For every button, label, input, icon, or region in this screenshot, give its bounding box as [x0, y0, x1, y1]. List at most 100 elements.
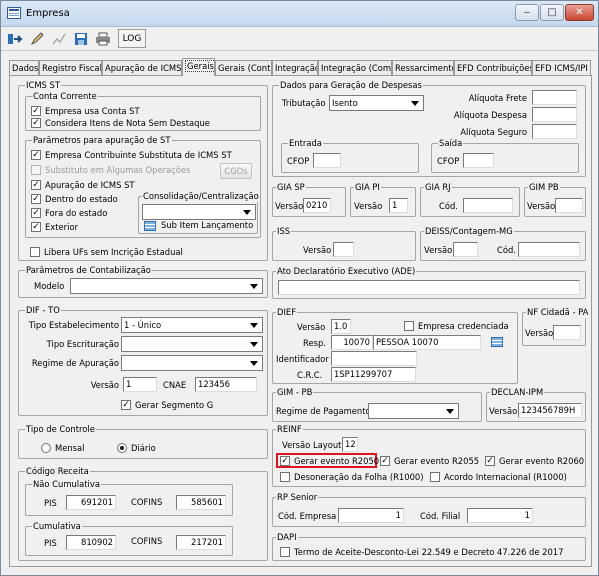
r2060-checkbox[interactable]: ✓	[485, 456, 495, 466]
contabilizacao-group: Parâmetros de Contabilização Modelo	[18, 265, 268, 298]
dief-versao-input[interactable]: 1.0	[331, 319, 351, 334]
maximize-button[interactable]: □	[540, 4, 564, 21]
tab-integracao-com[interactable]: Integração (Com.)	[318, 60, 392, 76]
termo-aceite-checkbox[interactable]	[280, 547, 290, 557]
tipo-controle-title: Tipo de Controle	[25, 424, 96, 435]
declan-title: DECLAN-IPM	[490, 387, 545, 398]
versao-layout-input[interactable]: 12	[342, 437, 358, 452]
deiss-cod-input[interactable]	[518, 242, 580, 257]
identificador-input[interactable]	[331, 351, 417, 366]
apuracao-icms-st-checkbox[interactable]: ✓	[31, 180, 41, 190]
chart-icon[interactable]	[48, 29, 69, 48]
tab-ressarcimento[interactable]: Ressarcimento	[392, 60, 454, 76]
iss-title: ISS	[276, 226, 292, 237]
nf-cidada-versao-input[interactable]	[553, 325, 581, 340]
c-pis-input[interactable]: 810902	[66, 535, 116, 550]
aliquota-despesa-input[interactable]	[532, 107, 577, 122]
considera-itens-checkbox[interactable]: ✓	[31, 118, 41, 128]
crc-input[interactable]: 1SP11299707	[331, 367, 416, 382]
modelo-select[interactable]	[70, 278, 263, 294]
desoneracao-label: Desoneração da Folha (R1000)	[294, 472, 424, 482]
tributacao-select[interactable]: Isento	[329, 95, 424, 111]
gim-pb-title: GIM - PB	[276, 387, 314, 398]
aliquota-frete-input[interactable]	[532, 90, 577, 105]
print-icon[interactable]	[92, 29, 113, 48]
tab-gerais[interactable]: Gerais	[182, 58, 215, 76]
nao-cumulativa-title: Não Cumulativa	[32, 479, 101, 490]
saida-group: Saída CFOP	[431, 138, 579, 173]
r2050-checkbox[interactable]: ✓	[280, 456, 290, 466]
tipo-escrituracao-select[interactable]	[121, 336, 263, 352]
close-button[interactable]: ✕	[565, 4, 594, 21]
gia-sp-versao-input[interactable]: 0210	[303, 198, 331, 213]
reinf-group: REINF Versão Layout 12 ✓ Gerar evento R2…	[272, 424, 586, 487]
empresa-substituta-checkbox[interactable]: ✓	[31, 150, 41, 160]
c-cofins-input[interactable]: 217201	[176, 535, 226, 550]
resp-code-input[interactable]: 10070	[331, 335, 373, 350]
minimize-button[interactable]: ‒	[515, 4, 539, 21]
dapi-title: DAPI	[276, 532, 298, 543]
cod-empresa-input[interactable]: 1	[338, 508, 404, 523]
cumulativa-title: Cumulativa	[32, 521, 82, 532]
log-button[interactable]: LOG	[118, 29, 146, 48]
consolidacao-select[interactable]	[142, 204, 256, 220]
c-pis-label: PIS	[44, 538, 57, 548]
dif-versao-input[interactable]: 1	[123, 377, 157, 392]
saida-title: Saída	[438, 138, 464, 149]
nc-pis-input[interactable]: 691201	[66, 495, 116, 510]
ade-input[interactable]	[278, 280, 580, 295]
gim-pb-top-versao-input[interactable]	[555, 198, 583, 213]
regime-apuracao-select[interactable]	[121, 355, 263, 371]
acordo-internacional-checkbox[interactable]	[430, 472, 440, 482]
diario-label: Diário	[131, 443, 156, 453]
declan-versao-input[interactable]: 123456789H	[518, 403, 582, 418]
nao-cumulativa-group: Não Cumulativa PIS 691201 COFINS 585601	[25, 479, 233, 516]
gerar-segmento-g-checkbox[interactable]: ✓	[121, 400, 131, 410]
diario-radio[interactable]	[117, 443, 127, 453]
tab-apuracao-icms[interactable]: Apuração de ICMS	[102, 60, 182, 76]
exterior-checkbox[interactable]: ✓	[31, 222, 41, 232]
gia-rj-cod-input[interactable]	[463, 198, 513, 213]
usa-conta-st-checkbox[interactable]: ✓	[31, 106, 41, 116]
aliquota-seguro-input[interactable]	[532, 124, 577, 139]
tab-integracao[interactable]: Integração	[272, 60, 318, 76]
resp-lookup-icon[interactable]	[491, 337, 503, 347]
tab-dados[interactable]: Dados	[9, 60, 39, 76]
grid-icon[interactable]	[144, 221, 156, 231]
tab-efd-icms-ipi[interactable]: EFD ICMS/IPI	[532, 60, 591, 76]
regime-pagamento-select[interactable]	[368, 403, 459, 419]
cod-filial-label: Cód. Filial	[420, 511, 461, 521]
mensal-radio[interactable]	[41, 443, 51, 453]
r2055-checkbox[interactable]: ✓	[380, 456, 390, 466]
considera-itens-label: Considera Itens de Nota Sem Destaque	[45, 118, 210, 128]
save-icon[interactable]	[70, 29, 91, 48]
tab-registro-fiscal[interactable]: Registro Fiscal	[39, 60, 102, 76]
edit-icon[interactable]	[26, 29, 47, 48]
gia-pi-versao-input[interactable]: 1	[389, 198, 408, 213]
fora-estado-checkbox[interactable]: ✓	[31, 208, 41, 218]
resp-name-input[interactable]: PESSOA 10070	[373, 335, 481, 350]
entrada-title: Entrada	[288, 138, 323, 149]
nc-cofins-input[interactable]: 585601	[176, 495, 226, 510]
gia-pi-group: GIA PI Versão 1	[350, 182, 416, 217]
empresa-credenciada-checkbox[interactable]	[404, 321, 414, 331]
iss-versao-input[interactable]	[333, 242, 354, 257]
tab-gerais-cont[interactable]: Gerais (Cont.)	[215, 60, 272, 76]
entrada-cfop-input[interactable]	[313, 153, 341, 168]
substituto-algumas-checkbox[interactable]	[31, 165, 41, 175]
cnae-input[interactable]: 123456	[195, 377, 257, 392]
enter-icon[interactable]	[4, 29, 25, 48]
desoneracao-checkbox[interactable]	[280, 472, 290, 482]
saida-cfop-input[interactable]	[463, 153, 494, 168]
cod-filial-input[interactable]: 1	[467, 508, 533, 523]
deiss-versao-input[interactable]	[453, 242, 478, 257]
codigo-receita-title: Código Receita	[25, 466, 90, 477]
tipo-estabelecimento-select[interactable]: 1 - Único	[121, 317, 263, 333]
ade-group: Ato Declaratório Executivo (ADE)	[272, 266, 586, 299]
libera-ufs-checkbox[interactable]	[30, 247, 40, 257]
sub-item-lancamento-button[interactable]: Sub Item Lançamento	[161, 219, 253, 231]
cgos-button[interactable]: CGOs	[220, 163, 252, 179]
dentro-estado-checkbox[interactable]: ✓	[31, 194, 41, 204]
tab-efd-contribuicoes[interactable]: EFD Contribuições	[454, 60, 532, 76]
window-icon	[7, 7, 21, 19]
